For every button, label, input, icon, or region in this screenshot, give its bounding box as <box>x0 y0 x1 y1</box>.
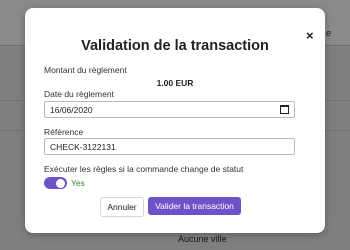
reference-field[interactable]: CHECK-3122131 <box>44 138 295 155</box>
toggle-state: Yes <box>71 178 85 188</box>
cancel-button[interactable]: Annuler <box>100 197 144 217</box>
amount-label: Montant du règlement <box>44 65 127 75</box>
date-field[interactable]: 16/06/2020 <box>44 101 295 118</box>
reference-label: Référence <box>44 127 84 137</box>
validate-button[interactable]: Valider la transaction <box>148 197 241 215</box>
background-text: e <box>326 28 332 38</box>
date-value: 16/06/2020 <box>50 105 93 115</box>
rules-label: Exécuter les règles si la commande chang… <box>44 164 244 174</box>
reference-value: CHECK-3122131 <box>50 142 116 152</box>
toggle-knob <box>56 178 65 188</box>
background-text: Aucune ville <box>178 234 227 244</box>
amount-value: 1.00 EUR <box>156 78 194 88</box>
transaction-modal: × Validation de la transaction Montant d… <box>25 8 325 233</box>
calendar-icon[interactable] <box>280 105 289 114</box>
modal-title: Validation de la transaction <box>81 38 269 54</box>
date-label: Date du règlement <box>44 89 114 99</box>
rules-toggle[interactable] <box>44 177 67 189</box>
